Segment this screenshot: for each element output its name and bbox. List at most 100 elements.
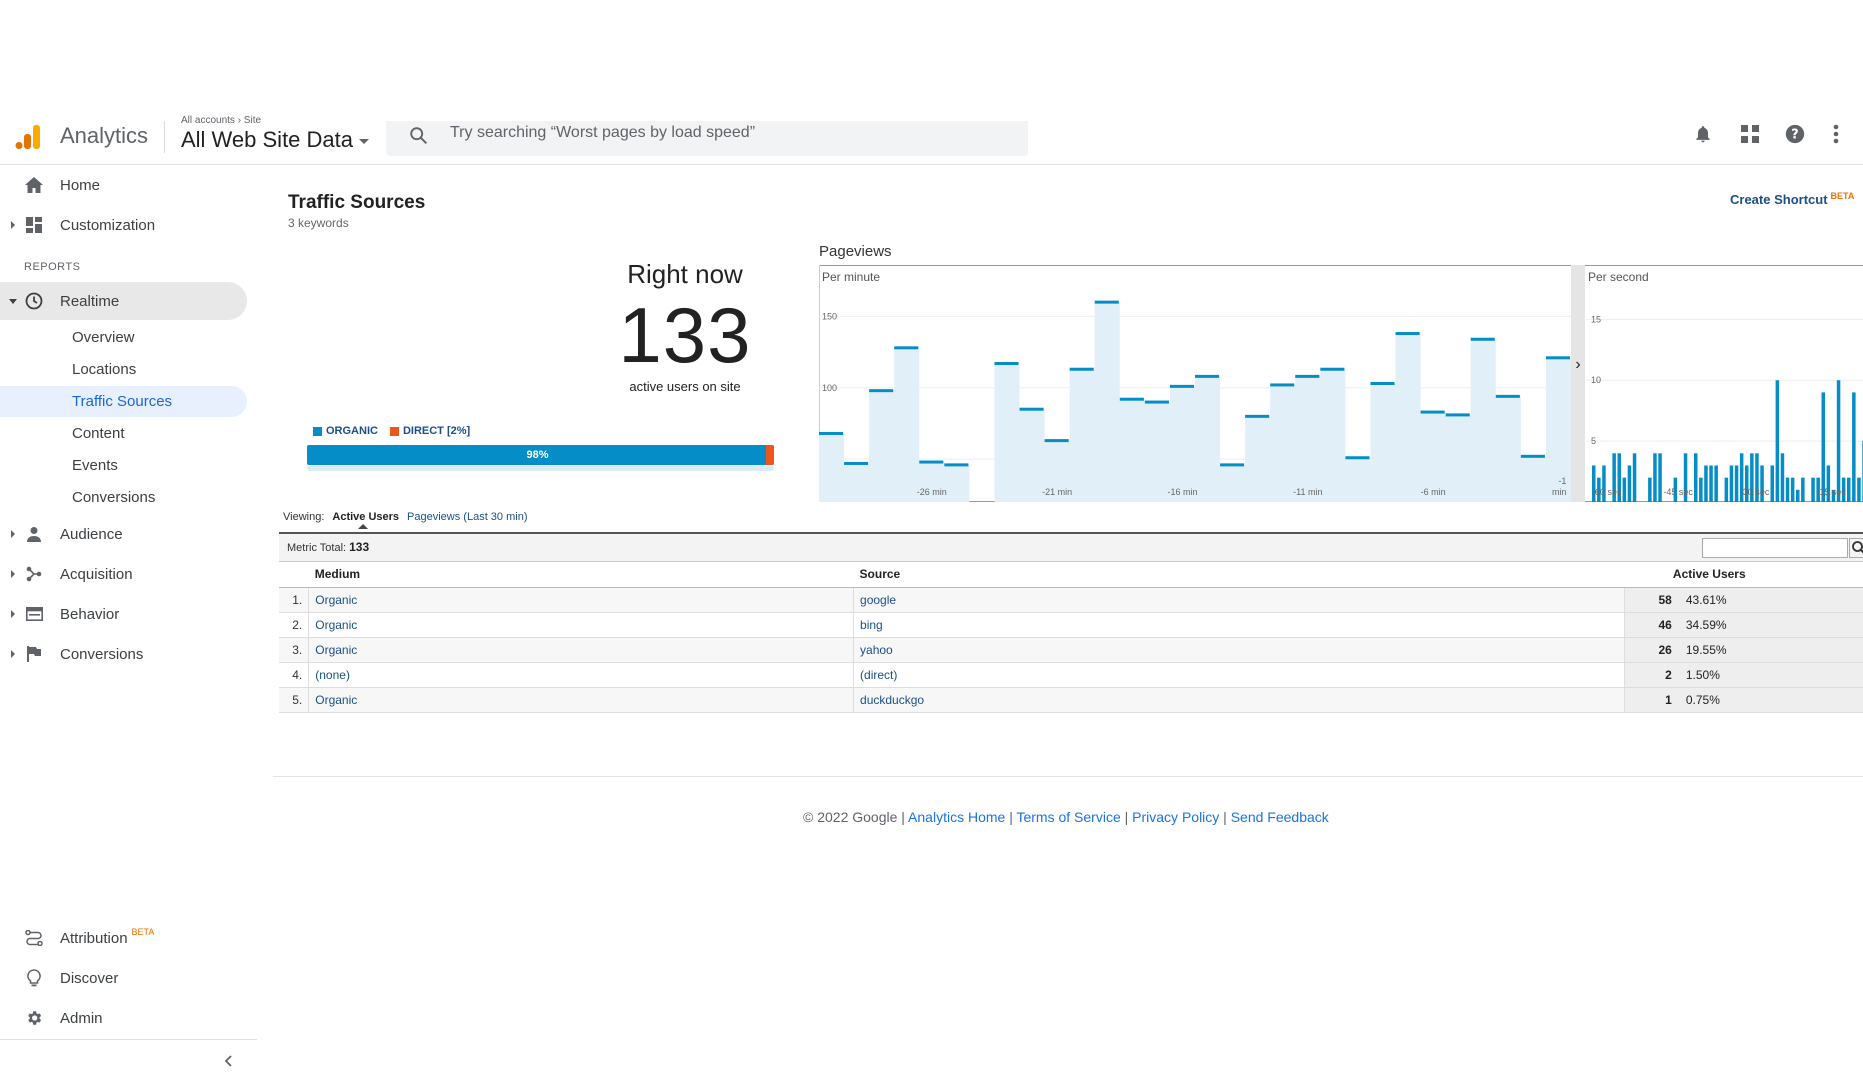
nav-discover-label: Discover: [60, 969, 119, 987]
active-users-percent: 1.50%: [1679, 662, 1863, 688]
per-minute-step: [1445, 413, 1470, 417]
filter-search-button[interactable]: [1849, 538, 1863, 558]
metric-total-label: Metric Total:: [287, 542, 347, 554]
nav-realtime-label: Realtime: [60, 292, 120, 310]
nav-audience[interactable]: Audience: [0, 515, 247, 553]
per-minute-step: [1470, 337, 1495, 341]
subnav-locations[interactable]: Locations: [0, 354, 247, 385]
dashboard-icon: [24, 215, 44, 235]
search-placeholder[interactable]: Try searching “Worst pages by load speed…: [450, 124, 755, 142]
account-breadcrumb[interactable]: All accounts › Site: [181, 115, 261, 123]
subnav-content[interactable]: Content: [0, 418, 247, 449]
expand-arrow-icon[interactable]: [11, 650, 15, 658]
source-cell-link[interactable]: duckduckgo: [853, 687, 1625, 713]
table-filter-input[interactable]: [1702, 538, 1848, 558]
per-second-bar: [1714, 465, 1718, 502]
source-cell-link[interactable]: bing: [853, 612, 1625, 638]
per-minute-step: [1019, 407, 1044, 411]
page-footer: © 2022 Google | Analytics Home | Terms o…: [803, 809, 1329, 825]
active-users-header[interactable]: Active Users: [1624, 562, 1863, 588]
x-tick-label: -1: [1558, 476, 1566, 486]
nav-home[interactable]: Home: [0, 166, 247, 204]
medium-cell-link[interactable]: Organic: [308, 637, 854, 663]
x-tick-label: min: [1552, 487, 1567, 497]
collapse-sidebar-icon[interactable]: [222, 1054, 236, 1068]
privacy-link[interactable]: Privacy Policy: [1132, 809, 1219, 825]
nav-realtime[interactable]: Realtime: [0, 282, 247, 320]
nav-conversions[interactable]: Conversions: [0, 635, 247, 673]
per-second-bar: [1785, 477, 1790, 502]
per-second-bar: [1622, 477, 1627, 502]
per-second-bar: [1801, 477, 1805, 502]
nav-discover[interactable]: Discover: [0, 959, 247, 997]
y-tick-label: 150: [822, 311, 837, 321]
y-tick-label: 15: [1591, 314, 1601, 324]
row-index: 3.: [279, 637, 310, 663]
property-selector[interactable]: All Web Site Data: [181, 127, 370, 153]
source-cell-link[interactable]: google: [853, 587, 1625, 613]
terms-link[interactable]: Terms of Service: [1016, 809, 1120, 825]
x-tick-label: -60 sec: [1592, 487, 1622, 497]
nav-admin[interactable]: Admin: [0, 999, 247, 1037]
per-second-bar: [1821, 392, 1825, 502]
subnav-conversions[interactable]: Conversions: [0, 482, 247, 513]
expand-arrow-icon[interactable]: [11, 570, 15, 578]
active-users-percent: 0.75%: [1679, 687, 1863, 713]
source-header[interactable]: Source: [853, 562, 1625, 588]
medium-cell-link[interactable]: Organic: [308, 587, 854, 613]
subnav-label: Overview: [72, 329, 135, 346]
legend-organic: ORGANIC: [313, 425, 378, 437]
nav-acquisition[interactable]: Acquisition: [0, 555, 247, 593]
nav-behavior[interactable]: Behavior: [0, 595, 247, 633]
per-second-bar: [1770, 465, 1774, 502]
more-vert-icon[interactable]: [1823, 121, 1849, 147]
nav-customization-label: Customization: [60, 216, 156, 234]
per-second-bar: [1694, 453, 1698, 502]
subnav-events[interactable]: Events: [0, 450, 247, 481]
subnav-overview[interactable]: Overview: [0, 322, 247, 353]
home-icon: [24, 175, 44, 195]
metric-total-value: 133: [349, 540, 370, 554]
per-minute-step: [1044, 439, 1069, 443]
expand-arrow-icon[interactable]: [11, 530, 15, 538]
collapse-arrow-icon[interactable]: [9, 298, 17, 304]
tab-active-users[interactable]: Active Users: [332, 511, 399, 529]
help-icon[interactable]: ?: [1782, 121, 1808, 147]
tab-pageviews[interactable]: Pageviews (Last 30 min): [407, 511, 527, 523]
medium-cell-link[interactable]: Organic: [308, 612, 854, 638]
nav-attribution[interactable]: Attribution BETA: [0, 919, 247, 957]
expand-arrow-icon[interactable]: [11, 221, 15, 229]
per-second-bar: [1709, 465, 1713, 502]
medium-cell-link[interactable]: (none): [308, 662, 854, 688]
analytics-logo-icon[interactable]: [14, 123, 42, 151]
page-subtitle: 3 keywords: [288, 216, 349, 230]
legend-label: ORGANIC: [326, 425, 378, 437]
send-feedback-link[interactable]: Send Feedback: [1231, 809, 1329, 825]
expand-arrow-icon[interactable]: [11, 610, 15, 618]
search-bar[interactable]: Try searching “Worst pages by load speed…: [386, 121, 1028, 156]
y-tick-label: 100: [822, 383, 837, 393]
analytics-page: Analytics All accounts › Site All Web Si…: [0, 0, 1863, 1073]
gear-icon: [24, 1008, 44, 1028]
per-minute-step: [844, 461, 869, 465]
medium-header[interactable]: Medium: [308, 562, 854, 588]
source-cell-link[interactable]: (direct): [853, 662, 1625, 688]
apps-icon[interactable]: [1737, 121, 1763, 147]
row-index: 1.: [279, 587, 310, 613]
bell-icon[interactable]: [1690, 121, 1716, 147]
pageviews-charts: ›Per minute50100150-26 min-21 min-16 min…: [819, 265, 1863, 502]
medium-cell-link[interactable]: Organic: [308, 687, 854, 713]
chevron-down-icon: [359, 138, 370, 144]
source-cell-link[interactable]: yahoo: [853, 637, 1625, 663]
metric-total: Metric Total: 133: [287, 540, 369, 554]
per-minute-step: [1220, 463, 1245, 467]
nav-customization[interactable]: Customization: [0, 206, 247, 244]
app-name: Analytics: [60, 123, 149, 148]
create-shortcut-link[interactable]: Create Shortcut BETA: [1730, 191, 1854, 207]
active-users-percent: 34.59%: [1679, 612, 1863, 638]
subnav-traffic-sources[interactable]: Traffic Sources: [0, 386, 247, 417]
person-icon: [24, 524, 44, 544]
per-second-bar: [1734, 465, 1739, 502]
analytics-home-link[interactable]: Analytics Home: [908, 809, 1005, 825]
y-tick-label: 5: [1591, 436, 1596, 446]
